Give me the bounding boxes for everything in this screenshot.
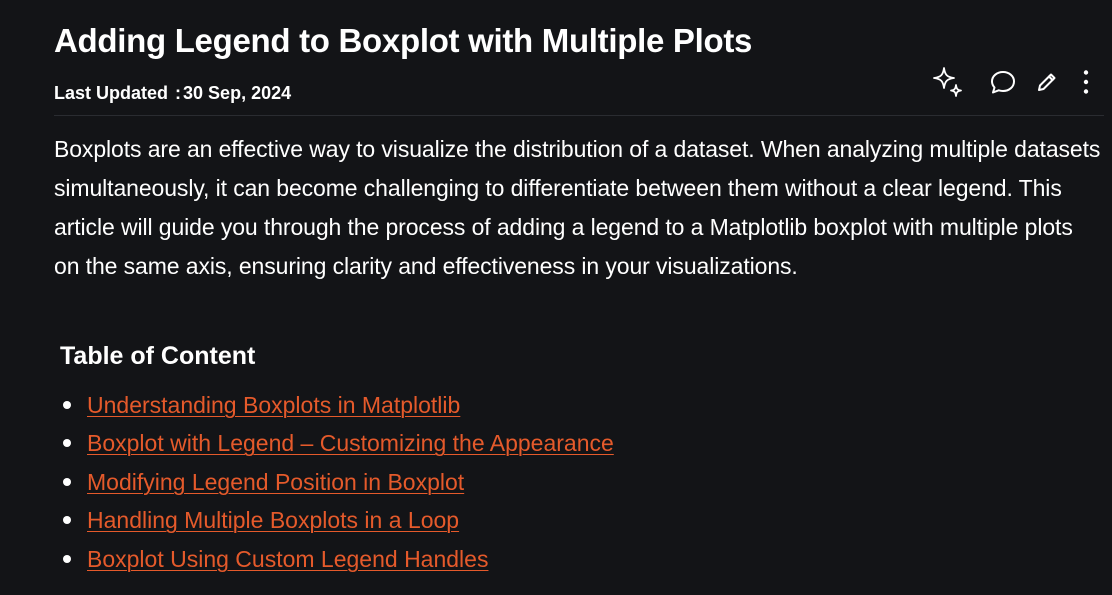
- last-updated: Last Updated :30 Sep, 2024: [54, 83, 291, 104]
- bullet-icon: [63, 401, 71, 409]
- bullet-icon: [63, 477, 71, 486]
- comment-button[interactable]: [986, 64, 1020, 100]
- toc-heading: Table of Content: [60, 342, 256, 370]
- header-divider: [54, 115, 1104, 116]
- toc-list: Understanding Boxplots in Matplotlib Box…: [60, 386, 614, 578]
- edit-button[interactable]: [1032, 64, 1062, 100]
- last-updated-date: 30 Sep, 2024: [183, 83, 292, 103]
- toc-item: Modifying Legend Position in Boxplot: [60, 463, 614, 501]
- toc-link-multiple-boxplots-loop[interactable]: Handling Multiple Boxplots in a Loop: [87, 507, 459, 533]
- toc-item: Handling Multiple Boxplots in a Loop: [60, 501, 614, 539]
- sparkle-icon: [931, 65, 965, 99]
- pencil-icon: [1035, 70, 1059, 94]
- toc-link-custom-legend-handles[interactable]: Boxplot Using Custom Legend Handles: [87, 546, 488, 572]
- comment-icon: [989, 68, 1017, 96]
- toc-link-modifying-legend-position[interactable]: Modifying Legend Position in Boxplot: [87, 469, 464, 495]
- toc-item: Boxplot Using Custom Legend Handles: [60, 540, 614, 578]
- toc-link-boxplot-with-legend[interactable]: Boxplot with Legend – Customizing the Ap…: [87, 430, 614, 456]
- article-actions: [930, 64, 1096, 100]
- toc-item: Boxplot with Legend – Customizing the Ap…: [60, 424, 614, 462]
- more-vertical-icon: [1082, 69, 1090, 95]
- more-options-button[interactable]: [1076, 64, 1096, 100]
- article-intro: Boxplots are an effective way to visuali…: [54, 136, 1101, 279]
- last-updated-label: Last Updated: [54, 83, 169, 103]
- last-updated-separator: :: [175, 83, 182, 103]
- bullet-icon: [63, 554, 71, 563]
- toc-link-understanding-boxplots[interactable]: Understanding Boxplots in Matplotlib: [87, 392, 460, 418]
- ai-sparkle-button[interactable]: [930, 64, 966, 100]
- article-title: Adding Legend to Boxplot with Multiple P…: [54, 22, 753, 59]
- bullet-icon: [63, 439, 71, 448]
- bullet-icon: [63, 516, 71, 525]
- toc-item: Understanding Boxplots in Matplotlib: [60, 386, 614, 424]
